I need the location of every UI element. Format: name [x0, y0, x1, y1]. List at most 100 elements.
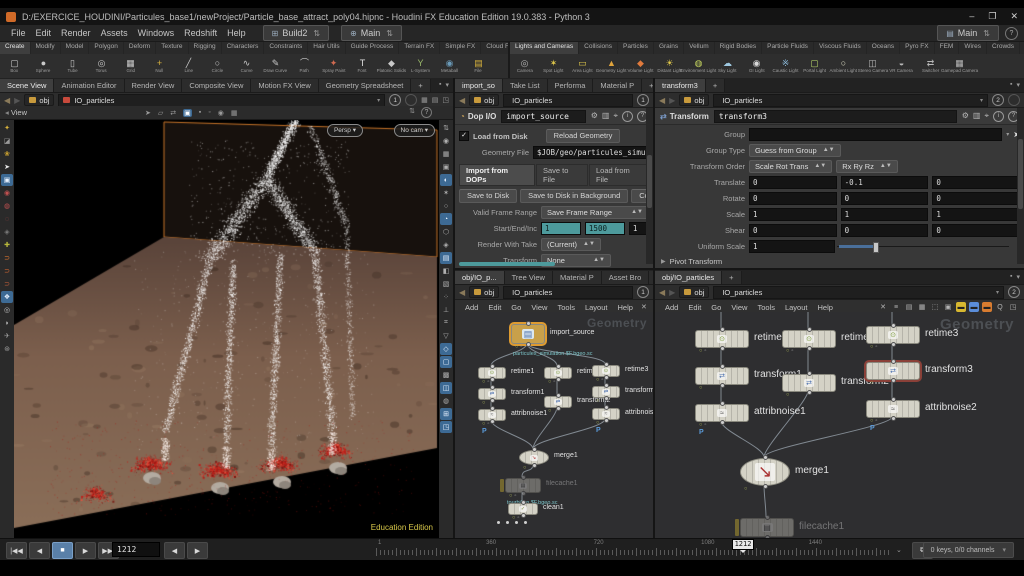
net-menu-tools[interactable]: Tools — [753, 303, 779, 312]
shelf-tab-oceans[interactable]: Oceans — [867, 42, 900, 54]
shelf-tab-deform[interactable]: Deform — [124, 42, 156, 54]
menu-redshift[interactable]: Redshift — [179, 26, 222, 40]
save-background-button[interactable]: Save to Disk in Background — [520, 189, 628, 203]
xform-order-dropdown[interactable]: Scale Rot Trans▲▼ — [749, 160, 832, 173]
scene-tab-6[interactable]: + — [411, 79, 430, 92]
flipbook-icon[interactable]: ▩ — [440, 369, 452, 381]
shelf-tool-draw-curve[interactable]: ✎Draw Curve — [261, 54, 290, 78]
shelf-tool-environment-light[interactable]: ◍Environment Light — [684, 54, 713, 78]
node-flags-merge1[interactable]: ○ — [523, 465, 526, 471]
node-path-field[interactable]: IO_particles — [503, 286, 633, 299]
cache-flag[interactable] — [735, 519, 739, 536]
info-circle-icon[interactable]: ◍ — [440, 395, 452, 407]
orbit-tool-icon[interactable]: ◎ — [1, 304, 13, 316]
netbox-icon[interactable]: ▬ — [969, 302, 979, 312]
node-flags-transform3[interactable]: ○ — [870, 380, 873, 386]
shear-z-field[interactable]: 0 — [932, 224, 1020, 237]
scene-tab-0[interactable]: Scene View — [0, 79, 54, 92]
wrench-icon[interactable]: ✕ — [878, 302, 888, 312]
shelf-tab-vellum[interactable]: Vellum — [684, 42, 715, 54]
shelf-tool-stereo-camera[interactable]: ◫Stereo Camera — [858, 54, 887, 78]
menu-help[interactable]: Help — [222, 26, 251, 40]
net-menu-add[interactable]: Add — [461, 303, 482, 312]
shelf-tab-constraints[interactable]: Constraints — [264, 42, 308, 54]
node-flags-retime2[interactable]: ○▫ — [786, 348, 793, 354]
chevron-down-icon[interactable]: ▾ — [377, 97, 380, 104]
step-forward-button[interactable]: ▶ — [187, 542, 208, 559]
net-menu-view[interactable]: View — [727, 303, 751, 312]
shelf-tab-wires[interactable]: Wires — [959, 42, 987, 54]
link-badge-empty[interactable] — [405, 94, 417, 106]
shelf-tool-volume-light[interactable]: ◆Volume Light — [626, 54, 655, 78]
node-flags-attribnoise2[interactable]: ○▫ — [870, 418, 877, 424]
shelf-tool-platonic-solids[interactable]: ◆Platonic Solids — [377, 54, 406, 78]
shelf-tab-grains[interactable]: Grains — [654, 42, 684, 54]
node-flags-filecache1[interactable]: ○▫ — [509, 493, 516, 499]
link-badge[interactable]: 2 — [992, 94, 1004, 106]
netmid-tab-1[interactable]: Tree View — [505, 271, 553, 284]
info-icon[interactable]: i — [993, 111, 1004, 122]
grid1-icon[interactable]: ▦ — [917, 302, 927, 312]
help-icon[interactable]: ? — [1005, 27, 1018, 40]
shelf-tool-grid[interactable]: ▦Grid — [116, 54, 145, 78]
netright-tab-1[interactable]: + — [722, 271, 741, 284]
horizontal-scrollbar[interactable] — [459, 262, 555, 266]
maximize-button[interactable]: ❐ — [988, 11, 996, 22]
node-flags-retime3[interactable]: ○▫ — [870, 344, 877, 350]
go-start-button[interactable]: |◀◀ — [6, 542, 27, 559]
step-back-button[interactable]: ◀ — [164, 542, 185, 559]
rotate-x-field[interactable]: 0 — [749, 192, 837, 205]
node-flags-transform3[interactable]: ○ — [596, 398, 599, 404]
timeline-zoom-icon[interactable]: ⌄ — [896, 546, 902, 554]
render-icon[interactable]: ◉ — [218, 109, 224, 117]
shelf-set-selector[interactable]: ▤Main⇅ — [937, 25, 999, 41]
pane-menu-icon[interactable]: ▪ — [1010, 81, 1012, 89]
select-icon[interactable]: ➤ — [145, 109, 151, 117]
shelf-tool-spray-paint[interactable]: ✦Spray Paint — [319, 54, 348, 78]
shelf-tab-terrain-fx[interactable]: Terrain FX — [399, 42, 440, 54]
scene-tab-2[interactable]: Render View — [125, 79, 183, 92]
node-flags-retime1[interactable]: ○▫ — [482, 379, 489, 385]
import-tab-3[interactable]: Material P — [593, 79, 642, 92]
node-retime2[interactable]: ⊙ — [782, 330, 836, 348]
start-frame-field[interactable]: 1 — [541, 222, 581, 235]
visualizer-icon[interactable]: ◇ — [440, 343, 452, 355]
shelf-tool-spot-light[interactable]: ✶Spot Light — [539, 54, 568, 78]
node-transform1[interactable]: ⇄ — [695, 367, 749, 385]
shelf-tool-ambient-light[interactable]: ○Ambient Light — [829, 54, 858, 78]
crop-icon[interactable]: ◫ — [440, 382, 452, 394]
node-filecache1[interactable]: ▤ — [740, 518, 794, 537]
forward-icon[interactable]: ▶ — [669, 96, 675, 105]
import-tab-0[interactable]: import_so — [455, 79, 503, 92]
normals-icon[interactable]: ⊥ — [440, 304, 452, 316]
rotate-z-field[interactable]: 0 — [932, 192, 1020, 205]
cache-flag[interactable] — [500, 479, 504, 492]
scale-y-field[interactable]: 1 — [841, 208, 929, 221]
net-menu-layout[interactable]: Layout — [781, 303, 812, 312]
shelf-tool-geometry-light[interactable]: ▲Geometry Light — [597, 54, 626, 78]
shear-y-field[interactable]: 0 — [841, 224, 929, 237]
scene-tab-1[interactable]: Animation Editor — [54, 79, 124, 92]
viewport-help-icon[interactable]: ? — [421, 107, 432, 118]
network-canvas[interactable]: Geometry⊙retime1○▫⇄transform1○≈attribnoi… — [655, 312, 1024, 538]
persp-selector[interactable]: Persp ▾ — [327, 124, 363, 137]
shelf-tool-curve[interactable]: ∿Curve — [232, 54, 261, 78]
texture-icon[interactable]: ▤ — [440, 252, 452, 264]
small-square-icon[interactable]: ▪ — [199, 109, 201, 117]
pane-max-icon[interactable]: ◳ — [442, 96, 449, 104]
handles-icon[interactable]: ⇄ — [170, 109, 176, 117]
node-flags-transform2[interactable]: ○ — [548, 408, 551, 414]
shelf-tool-gi-light[interactable]: ◉GI Light — [742, 54, 771, 78]
back-icon[interactable]: ◀ — [4, 96, 10, 105]
menu-assets[interactable]: Assets — [96, 26, 133, 40]
forward-icon[interactable]: ▶ — [14, 96, 20, 105]
shelf-tool-gamepad-camera[interactable]: ▦Gamepad Camera — [945, 54, 974, 78]
net-menu-go[interactable]: Go — [707, 303, 725, 312]
context-chip[interactable]: obj — [24, 94, 54, 106]
paint-tool-icon[interactable]: ❀ — [1, 148, 13, 160]
node-path-field[interactable]: IO_particles▾ — [713, 286, 1004, 299]
shelf-tool-sky-light[interactable]: ☁Sky Light — [713, 54, 742, 78]
node-transform3[interactable]: ⇄ — [866, 362, 920, 380]
net-menu-view[interactable]: View — [527, 303, 551, 312]
import-tab-1[interactable]: Take List — [503, 79, 548, 92]
